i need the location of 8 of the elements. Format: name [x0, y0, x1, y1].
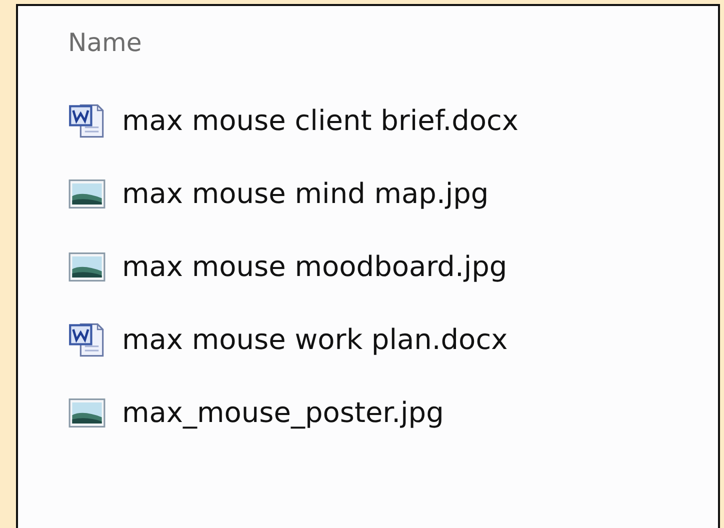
word-document-icon — [68, 320, 106, 358]
file-name[interactable]: max mouse client brief.docx — [122, 104, 518, 137]
column-header[interactable]: Name — [68, 28, 142, 57]
word-document-icon — [68, 102, 106, 140]
file-name[interactable]: max mouse mind map.jpg — [122, 177, 489, 210]
file-name[interactable]: max mouse work plan.docx — [122, 323, 508, 356]
file-name[interactable]: max mouse moodboard.jpg — [122, 250, 508, 283]
file-name[interactable]: max_mouse_poster.jpg — [122, 396, 444, 429]
